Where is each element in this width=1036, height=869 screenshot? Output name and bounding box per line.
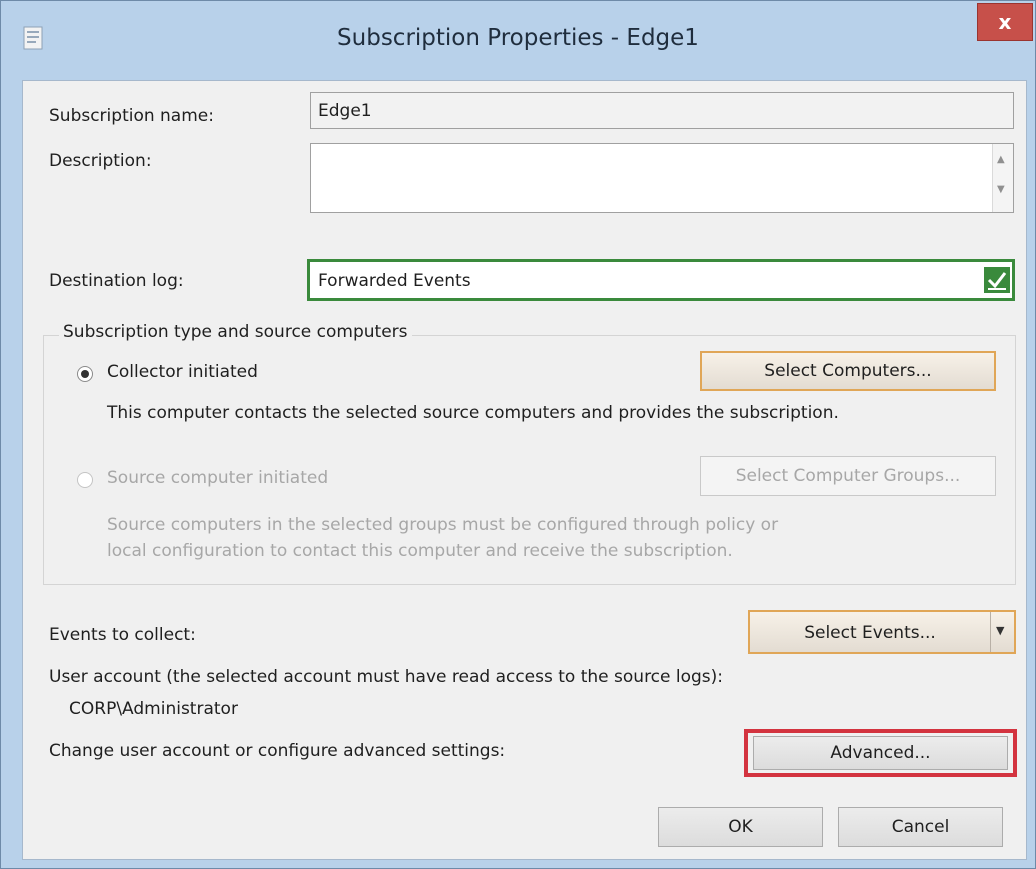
source-description-line2: local configuration to contact this comp… <box>107 541 733 561</box>
dialog-window: Subscription Properties - Edge1 x Subscr… <box>0 0 1036 869</box>
source-initiated-radio[interactable] <box>77 472 93 488</box>
subscription-name-label: Subscription name: <box>49 106 214 126</box>
dialog-body: Subscription name: Edge1 Description: ▲ … <box>22 80 1027 860</box>
scroll-down-icon[interactable]: ▼ <box>997 184 1005 195</box>
destination-log-select[interactable]: Forwarded Events <box>307 259 1015 301</box>
source-group-title: Subscription type and source computers <box>59 322 412 342</box>
collector-initiated-radio[interactable] <box>77 366 93 382</box>
description-scrollbar[interactable]: ▲ ▼ <box>992 144 1013 212</box>
select-events-label: Select Events... <box>804 623 936 643</box>
collector-description: This computer contacts the selected sour… <box>107 403 839 423</box>
collector-initiated-label[interactable]: Collector initiated <box>107 362 258 382</box>
user-account-value: CORP\Administrator <box>69 699 238 719</box>
dropdown-arrow-icon[interactable]: ▼ <box>996 624 1004 637</box>
destination-log-label: Destination log: <box>49 271 184 291</box>
split-divider <box>990 612 991 652</box>
advanced-button[interactable]: Advanced... <box>753 736 1008 770</box>
select-computers-button[interactable]: Select Computers... <box>700 351 996 391</box>
user-account-label: User account (the selected account must … <box>49 667 724 687</box>
cancel-button[interactable]: Cancel <box>838 807 1003 847</box>
select-computer-groups-button[interactable]: Select Computer Groups... <box>700 456 996 496</box>
destination-log-value: Forwarded Events <box>318 271 471 291</box>
window-title: Subscription Properties - Edge1 <box>337 25 699 51</box>
source-initiated-label[interactable]: Source computer initiated <box>107 468 328 488</box>
ok-button[interactable]: OK <box>658 807 823 847</box>
select-events-button[interactable]: Select Events... ▼ <box>748 610 1016 654</box>
valid-check-icon <box>984 267 1010 293</box>
source-description-line1: Source computers in the selected groups … <box>107 515 779 535</box>
subscription-name-value: Edge1 <box>318 101 372 121</box>
advanced-settings-prompt: Change user account or configure advance… <box>49 741 506 761</box>
subscription-name-field[interactable]: Edge1 <box>310 92 1014 129</box>
title-bar[interactable]: Subscription Properties - Edge1 x <box>1 1 1035 79</box>
scroll-up-icon[interactable]: ▲ <box>997 154 1005 165</box>
close-icon: x <box>998 10 1012 34</box>
description-label: Description: <box>49 151 152 171</box>
close-button[interactable]: x <box>977 3 1033 41</box>
description-textarea[interactable]: ▲ ▼ <box>310 143 1014 213</box>
events-to-collect-label: Events to collect: <box>49 625 196 645</box>
